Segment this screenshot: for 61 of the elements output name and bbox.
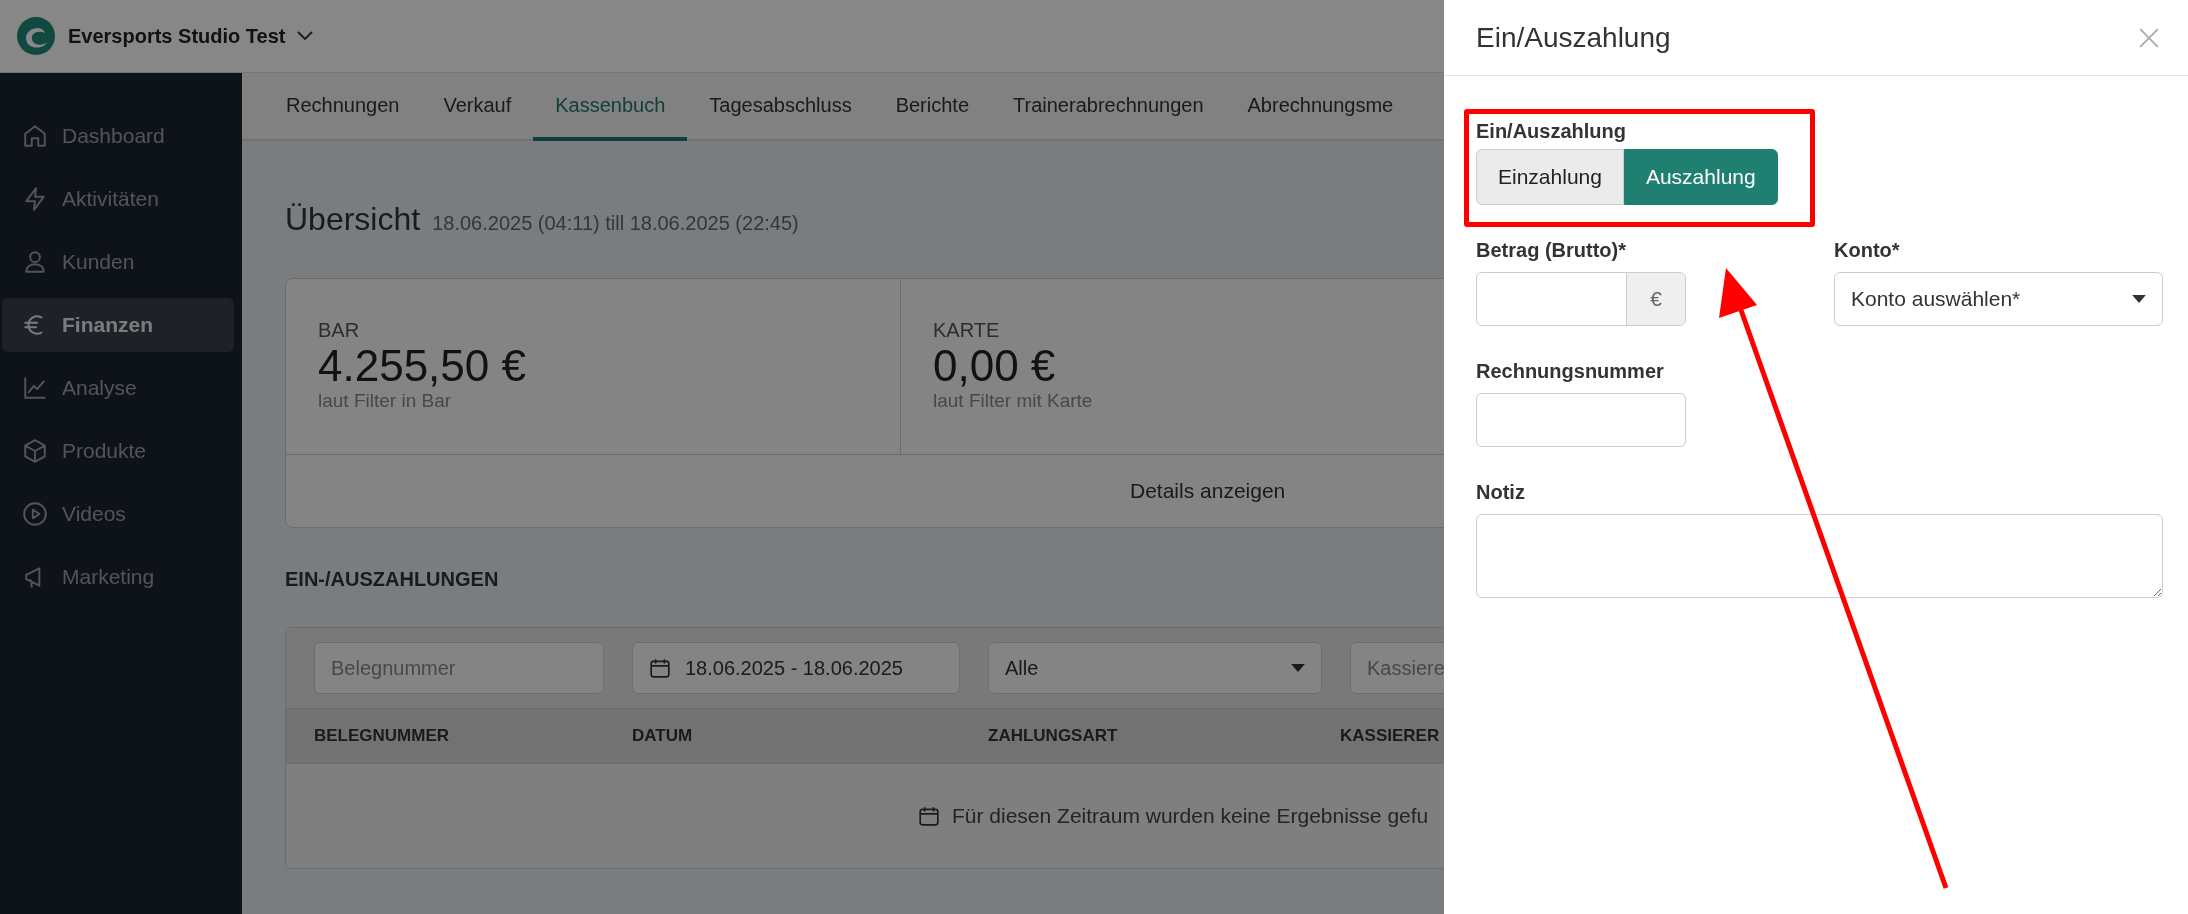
line-chart-icon	[22, 375, 48, 401]
tab[interactable]: Berichte	[873, 73, 992, 141]
field-label: Betrag (Brutto)*	[1476, 239, 1627, 262]
play-icon	[22, 501, 48, 527]
details-link[interactable]: Details anzeigen	[1130, 479, 1286, 503]
field-label: Rechnungsnummer	[1476, 360, 1665, 383]
home-icon	[22, 123, 48, 149]
sidebar-item[interactable]: Analyse	[2, 361, 234, 415]
column-header: KASSIERER	[1340, 726, 1440, 746]
stat-note: laut Filter in Bar	[318, 390, 453, 413]
caret-icon	[2132, 295, 2146, 303]
invoice-number-field[interactable]	[1476, 393, 1686, 447]
toggle-option[interactable]: Einzahlung	[1476, 149, 1624, 205]
tab[interactable]: Abrechnungsme	[1225, 73, 1416, 141]
drawer-title: Ein/Auszahlung	[1476, 21, 1671, 54]
tab[interactable]: Tagesabschluss	[687, 73, 874, 141]
close-icon[interactable]	[2138, 26, 2160, 49]
lightning-icon	[22, 186, 48, 212]
sidebar-item[interactable]: Aktivitäten	[2, 172, 234, 226]
empty-message: Für diesen Zeitraum wurden keine Ergebnisse gefu	[952, 804, 1429, 828]
tab[interactable]: Kassenbuch	[533, 73, 688, 141]
column-header: DATUM	[632, 726, 694, 746]
receipt-number-field[interactable]: Belegnummer	[314, 642, 604, 694]
calendar-icon	[649, 657, 671, 679]
sidebar-item[interactable]: Finanzen	[2, 298, 234, 352]
stat-amount: 0,00 €	[933, 342, 1057, 391]
column-header: BELEGNUMMER	[314, 726, 451, 746]
field-label: Notiz	[1476, 481, 1526, 504]
tab[interactable]: Trainerabrechnungen	[991, 73, 1226, 141]
sidebar-item[interactable]: Kunden	[2, 235, 234, 289]
cashier-field[interactable]: Kassiere	[1350, 642, 1444, 694]
stat-label: BAR	[318, 319, 361, 342]
section-title: EIN-/AUSZAHLUNGEN	[285, 568, 500, 591]
caret-icon	[1291, 664, 1305, 672]
column-header: ZAHLUNGSART	[988, 726, 1119, 746]
tab[interactable]: Rechnungen	[264, 73, 422, 141]
toggle-option[interactable]: Auszahlung	[1623, 149, 1778, 205]
field-label: Konto*	[1834, 239, 1901, 262]
studio-name[interactable]: Eversports Studio Test	[68, 24, 286, 48]
stat-label: KARTE	[933, 319, 1001, 342]
payment-type-select[interactable]: Alle	[988, 642, 1322, 694]
box-icon	[22, 438, 48, 464]
account-select[interactable]: Konto auswählen*	[1834, 272, 2163, 326]
amount-field[interactable]: €	[1476, 272, 1686, 326]
note-field[interactable]	[1476, 514, 2163, 598]
chevron-down-icon[interactable]	[297, 31, 314, 41]
sidebar-item[interactable]: Produkte	[2, 424, 234, 478]
date-range-field[interactable]: 18.06.2025 - 18.06.2025	[632, 642, 960, 694]
stat-amount: 4.255,50 €	[318, 342, 527, 391]
stat-note: laut Filter mit Karte	[933, 390, 1094, 413]
sidebar-item[interactable]: Marketing	[2, 550, 234, 604]
tab[interactable]: Verkauf	[421, 73, 534, 141]
person-icon	[22, 249, 48, 275]
sidebar-item[interactable]: Dashboard	[2, 109, 234, 163]
calendar-icon	[918, 805, 940, 827]
date-range-text: 18.06.2025 (04:11) till 18.06.2025 (22:45)	[432, 212, 799, 235]
field-label: Ein/Auszahlung	[1476, 120, 1627, 143]
logo-icon	[16, 16, 56, 56]
currency-addon: €	[1626, 273, 1685, 325]
overview-title: Übersicht	[285, 201, 421, 238]
sidebar-item[interactable]: Videos	[2, 487, 234, 541]
